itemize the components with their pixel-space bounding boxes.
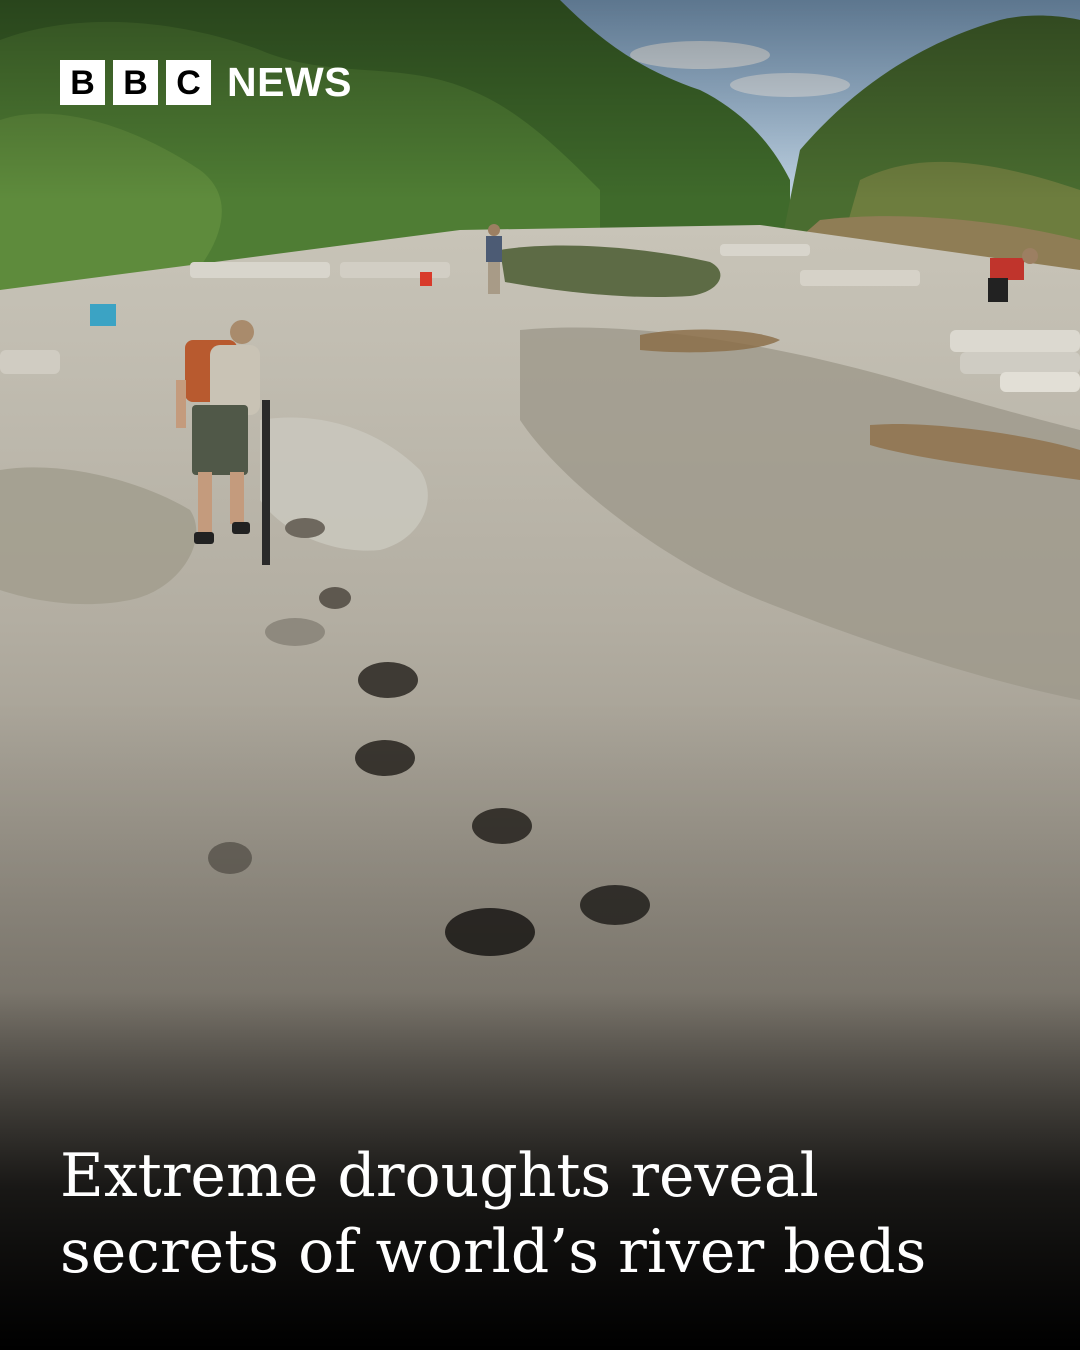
logo-news-word: NEWS (227, 59, 352, 105)
headline-line-1: Extreme droughts reveal (60, 1141, 819, 1211)
logo-letter-box: B (113, 60, 158, 105)
headline-line-2: secrets of world’s river beds (60, 1217, 927, 1287)
headline: Extreme droughts reveal secrets of world… (60, 1138, 1040, 1290)
logo-letter-box: B (60, 60, 105, 105)
news-card: B B C NEWS Extreme droughts reveal secre… (0, 0, 1080, 1350)
bbc-news-logo: B B C NEWS (60, 60, 352, 105)
logo-letter-box: C (166, 60, 211, 105)
